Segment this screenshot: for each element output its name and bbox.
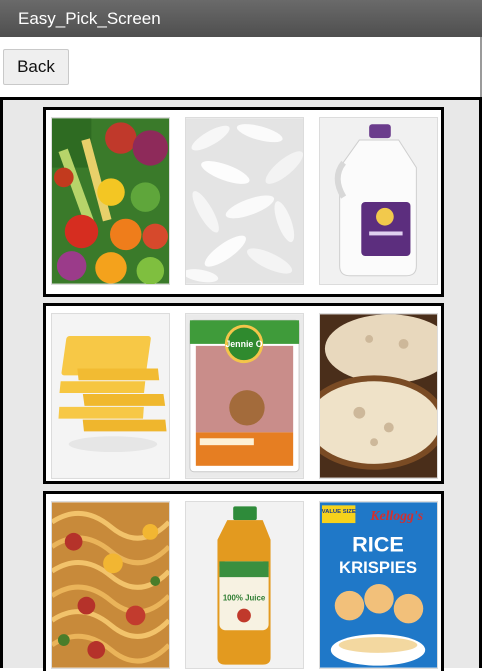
food-group-1 bbox=[43, 107, 444, 297]
juice-label-text: 100% Juice bbox=[223, 594, 266, 603]
food-grid: Jennie O 100% Juice VALUE SIZE Kellogg's… bbox=[0, 97, 482, 671]
spaghetti-image bbox=[52, 502, 169, 668]
turkey-brand-text: Jennie O bbox=[225, 339, 262, 349]
bread-image bbox=[320, 314, 437, 478]
food-group-3: 100% Juice VALUE SIZE Kellogg's RICE KRI… bbox=[43, 491, 444, 671]
ground-turkey-image: Jennie O bbox=[186, 314, 303, 478]
screen-title: Easy_Pick_Screen bbox=[18, 9, 161, 28]
back-button[interactable]: Back bbox=[3, 49, 69, 85]
juice-tile[interactable]: 100% Juice bbox=[185, 501, 304, 669]
cereal-line1-text: RICE bbox=[352, 532, 404, 557]
cereal-line2-text: KRISPIES bbox=[339, 558, 417, 577]
bread-tile[interactable] bbox=[319, 313, 438, 479]
toolbar: Back bbox=[0, 37, 482, 97]
cheese-slices-image bbox=[52, 314, 169, 478]
milk-jug-image bbox=[320, 118, 437, 284]
rice-krispies-image: VALUE SIZE Kellogg's RICE KRISPIES bbox=[320, 502, 437, 668]
apple-juice-image: 100% Juice bbox=[186, 502, 303, 668]
turkey-tile[interactable]: Jennie O bbox=[185, 313, 304, 479]
vegetables-image bbox=[52, 118, 169, 284]
spaghetti-tile[interactable] bbox=[51, 501, 170, 669]
cereal-tile[interactable]: VALUE SIZE Kellogg's RICE KRISPIES bbox=[319, 501, 438, 669]
title-bar: Easy_Pick_Screen bbox=[0, 0, 482, 37]
vegetables-tile[interactable] bbox=[51, 117, 170, 285]
cheese-tile[interactable] bbox=[51, 313, 170, 479]
cereal-badge-text: VALUE SIZE bbox=[322, 509, 356, 515]
rice-tile[interactable] bbox=[185, 117, 304, 285]
cereal-brand-text: Kellogg's bbox=[369, 508, 423, 523]
rice-image bbox=[186, 118, 303, 284]
food-group-2: Jennie O bbox=[43, 303, 444, 484]
milk-tile[interactable] bbox=[319, 117, 438, 285]
